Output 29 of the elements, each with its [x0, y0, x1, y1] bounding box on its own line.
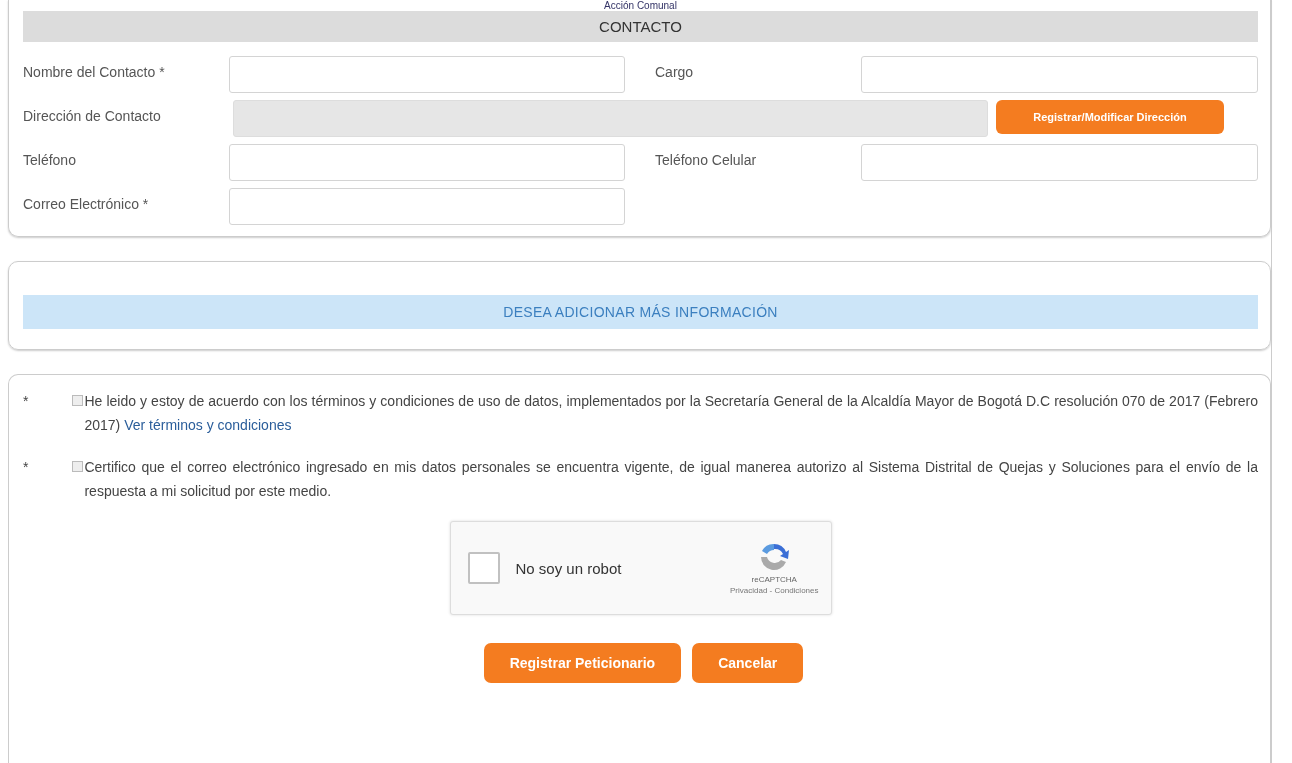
- expand-section-bar[interactable]: DESEA ADICIONAR MÁS INFORMACIÓN: [23, 295, 1258, 329]
- captcha-checkbox[interactable]: [467, 552, 500, 584]
- captcha-footer[interactable]: Privacidad - Condiciones: [730, 586, 819, 595]
- captcha-brand: reCAPTCHA: [751, 575, 797, 584]
- required-mark: *: [23, 458, 29, 477]
- consent-checkbox[interactable]: [72, 461, 84, 472]
- terms-link[interactable]: Ver términos y condiciones: [124, 417, 292, 433]
- input-field[interactable]: [229, 144, 625, 181]
- required-mark: *: [23, 392, 29, 411]
- field-label: Dirección de Contacto: [23, 107, 162, 126]
- field-label: Nombre del Contacto *: [23, 63, 166, 82]
- consent-statement: Certifico que el correo electrónico ingresado en mis datos personales se encuentra vigente, de igual manerea autorizo al Sistema Distrital de Quejas y Soluciones para el envío de la respuesta a mi solicitud por este medio.: [84, 458, 1258, 501]
- field-label: Correo Electrónico *: [23, 195, 150, 214]
- section-caption: Acción Comunal: [603, 0, 678, 11]
- input-field[interactable]: [233, 100, 988, 137]
- input-field[interactable]: [229, 188, 625, 225]
- address-button[interactable]: Registrar/Modificar Dirección: [996, 100, 1224, 134]
- consent-statement: He leido y estoy de acuerdo con los términos y condiciones de uso de datos, implementados por la Secretaría General de la Alcaldía Mayor de Bogotá D.C resolución 070 de 2017 (Febrero 2017) Ver términos y condiciones: [84, 392, 1258, 435]
- cancel-button[interactable]: Cancelar: [692, 643, 804, 683]
- field-label: Teléfono Celular: [655, 151, 758, 170]
- input-field[interactable]: [861, 56, 1258, 93]
- field-label: Cargo: [655, 63, 695, 82]
- captcha-label: No soy un robot: [515, 559, 623, 577]
- input-field[interactable]: [861, 144, 1258, 181]
- consent-checkbox[interactable]: [72, 395, 84, 406]
- field-label: Teléfono: [23, 151, 77, 170]
- section-header: CONTACTO: [23, 11, 1258, 42]
- register-button[interactable]: Registrar Peticionario: [483, 643, 682, 683]
- input-field[interactable]: [229, 56, 625, 93]
